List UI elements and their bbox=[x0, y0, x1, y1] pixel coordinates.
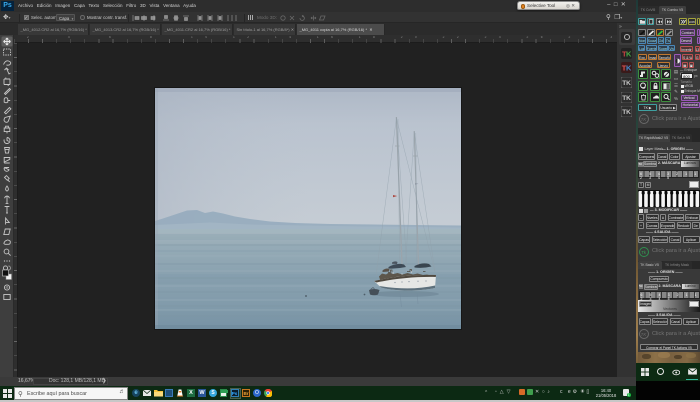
svg-text:TK: TK bbox=[622, 95, 631, 102]
svg-text:TK: TK bbox=[622, 109, 631, 116]
svg-text:K: K bbox=[626, 50, 632, 59]
svg-text:K: K bbox=[626, 64, 632, 73]
svg-text:TK: TK bbox=[622, 80, 631, 87]
